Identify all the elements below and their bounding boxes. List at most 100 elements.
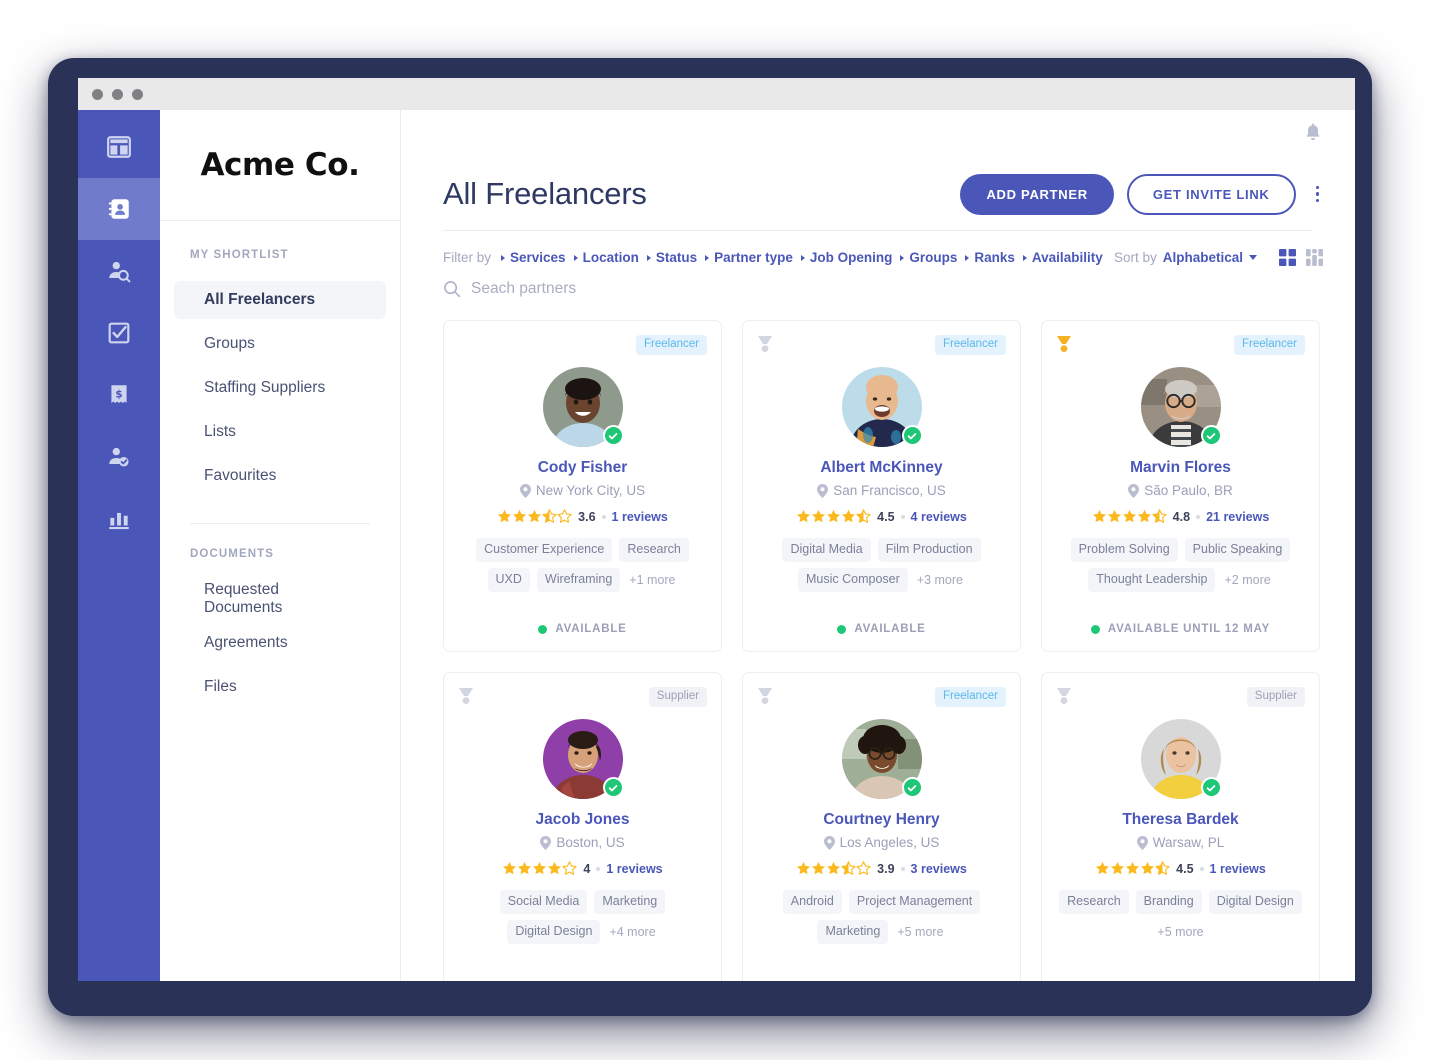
skill-tag-more[interactable]: +3 more [915, 568, 965, 592]
sort-value[interactable]: Alphabetical [1163, 250, 1243, 265]
star-full-icon [503, 861, 517, 875]
filter-chip-location[interactable]: Location [573, 250, 639, 265]
skill-tag[interactable]: Digital Media [782, 538, 871, 562]
skill-tag[interactable]: Music Composer [798, 567, 908, 592]
filter-chip-services[interactable]: Services [501, 250, 566, 265]
partner-name[interactable]: Theresa Bardek [1122, 811, 1238, 829]
skill-tag-more[interactable]: +1 more [627, 568, 677, 592]
skill-tag-more[interactable]: +5 more [1155, 920, 1205, 944]
partner-type-badge: Freelancer [935, 335, 1006, 355]
medal-icon[interactable] [757, 335, 773, 357]
partner-card[interactable]: Freelancer [742, 672, 1021, 981]
sidebar-item-all-freelancers[interactable]: All Freelancers [174, 281, 386, 319]
partner-card[interactable]: Freelancer [742, 320, 1021, 652]
chevron-down-icon[interactable] [1249, 255, 1257, 260]
skill-tag-more[interactable]: +4 more [607, 920, 657, 944]
search-input[interactable] [471, 280, 791, 298]
skill-tag[interactable]: Social Media [499, 890, 588, 914]
partner-name[interactable]: Courtney Henry [823, 811, 939, 829]
filter-chip-partner-type[interactable]: Partner type [705, 250, 793, 265]
separator-dot [1196, 514, 1201, 519]
skill-tag[interactable]: Wireframing [536, 567, 621, 592]
grid-view-toggle[interactable] [1279, 249, 1296, 266]
rail-item-dashboard[interactable] [78, 116, 160, 178]
brand-logo[interactable]: Acme Co. [160, 110, 400, 221]
partner-location-text: São Paulo, BR [1144, 483, 1233, 498]
partner-location: Boston, US [540, 835, 625, 850]
sidebar-divider [190, 523, 370, 524]
skill-tag[interactable]: Marketing [594, 890, 666, 914]
skill-tag[interactable]: Research [1059, 890, 1129, 914]
kebab-menu-icon[interactable] [1312, 180, 1324, 209]
separator-dot [601, 514, 606, 519]
skill-tag-list: Social Media Marketing Digital Design +4… [458, 890, 707, 944]
skill-tag[interactable]: Branding [1135, 890, 1202, 914]
skill-tag[interactable]: Marketing [817, 919, 889, 944]
sidebar-item-label: Favourites [204, 467, 277, 484]
rail-item-contacts[interactable] [78, 178, 160, 240]
skill-tag-more[interactable]: +5 more [895, 920, 945, 944]
partner-name[interactable]: Cody Fisher [538, 459, 628, 477]
window-dot-minimize[interactable] [112, 88, 123, 100]
skill-tag[interactable]: Digital Design [1208, 890, 1302, 914]
skill-tag[interactable]: UXD [487, 567, 530, 592]
filter-chip-groups[interactable]: Groups [900, 250, 957, 265]
bell-icon[interactable] [1303, 123, 1323, 145]
skill-tag[interactable]: Film Production [877, 538, 981, 562]
skill-tag-more[interactable]: +2 more [1222, 568, 1272, 592]
skill-tag[interactable]: Customer Experience [476, 538, 613, 562]
get-invite-link-button[interactable]: GET INVITE LINK [1126, 173, 1296, 215]
partner-name[interactable]: Marvin Flores [1130, 459, 1231, 477]
filter-chip-ranks[interactable]: Ranks [965, 250, 1015, 265]
window-dot-maximize[interactable] [132, 88, 143, 100]
filter-chip-status[interactable]: Status [646, 250, 697, 265]
reviews-count-link[interactable]: 1 reviews [612, 510, 668, 524]
skill-tag[interactable]: Public Speaking [1184, 538, 1291, 562]
sidebar-item-files[interactable]: Files [174, 668, 386, 706]
partner-card[interactable]: Freelancer [443, 320, 722, 652]
partner-card[interactable]: Freelancer [1041, 320, 1320, 652]
reviews-count-link[interactable]: 1 reviews [1210, 862, 1266, 876]
partner-card[interactable]: Supplier [1041, 672, 1320, 981]
sidebar-item-groups[interactable]: Groups [174, 325, 386, 363]
availability-dot-icon [538, 624, 548, 634]
reviews-count-link[interactable]: 3 reviews [911, 862, 967, 876]
window-dot-close[interactable] [92, 88, 103, 100]
partner-card[interactable]: Supplier [443, 672, 722, 981]
partner-location-text: San Francisco, US [833, 483, 946, 498]
rail-item-analytics[interactable] [78, 488, 160, 550]
add-partner-button[interactable]: ADD PARTNER [960, 173, 1114, 215]
partner-name[interactable]: Albert McKinney [820, 459, 942, 477]
reviews-count-link[interactable]: 4 reviews [911, 510, 967, 524]
sidebar-item-staffing-suppliers[interactable]: Staffing Suppliers [174, 369, 386, 407]
sidebar-item-lists[interactable]: Lists [174, 413, 386, 451]
sidebar-item-requested-documents[interactable]: Requested Documents [174, 580, 386, 618]
compact-view-toggle[interactable] [1306, 249, 1323, 266]
skill-tag[interactable]: Digital Design [507, 919, 601, 944]
partner-name[interactable]: Jacob Jones [536, 811, 630, 829]
reviews-count-link[interactable]: 21 reviews [1206, 510, 1269, 524]
rail-item-user-search[interactable] [78, 240, 160, 302]
skill-tag[interactable]: Research [619, 538, 689, 562]
skill-tag[interactable]: Thought Leadership [1088, 567, 1216, 592]
skill-tag[interactable]: Android [782, 890, 842, 914]
sidebar-item-agreements[interactable]: Agreements [174, 624, 386, 662]
medal-icon[interactable] [458, 687, 474, 709]
avatar [542, 367, 624, 447]
sort-by-label: Sort by [1113, 250, 1157, 265]
rail-item-approved-users[interactable] [78, 426, 160, 488]
availability-status: AVAILABLE UNTIL 12 MAY [1090, 623, 1270, 635]
filter-chip-job-opening[interactable]: Job Opening [800, 250, 892, 265]
skill-tag[interactable]: Problem Solving [1070, 538, 1178, 562]
sidebar-item-favourites[interactable]: Favourites [174, 457, 386, 495]
rail-item-tasks[interactable] [78, 302, 160, 364]
filter-chip-availability[interactable]: Availability [1022, 250, 1103, 265]
rail-item-invoices[interactable]: $ [78, 364, 160, 426]
star-full-icon [1092, 509, 1106, 523]
medal-icon[interactable] [1056, 687, 1072, 709]
app-shell: $ Acme Co. MY SHORTLIST All Freelancers … [78, 110, 1355, 981]
reviews-count-link[interactable]: 1 reviews [606, 862, 662, 876]
medal-icon[interactable] [1056, 335, 1072, 357]
skill-tag[interactable]: Project Management [848, 890, 981, 914]
medal-icon[interactable] [757, 687, 773, 709]
